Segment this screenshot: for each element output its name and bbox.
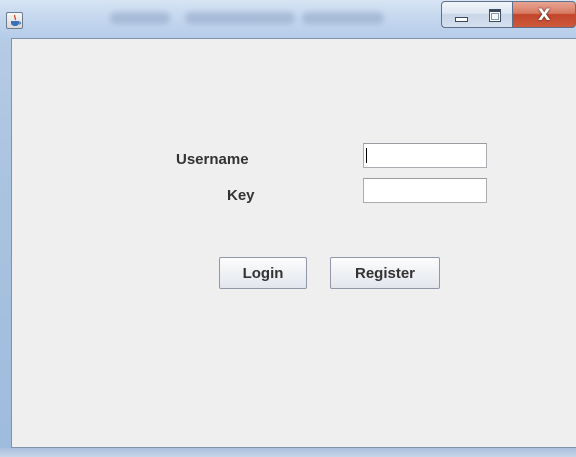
text-caret xyxy=(366,148,367,163)
java-cup-glyph xyxy=(11,14,21,26)
username-input[interactable] xyxy=(363,143,487,168)
title-bar[interactable]: X xyxy=(0,0,576,40)
maximize-icon xyxy=(489,9,501,22)
key-label: Key xyxy=(227,187,255,204)
maximize-button[interactable] xyxy=(478,1,513,28)
key-input[interactable] xyxy=(363,178,487,203)
blurred-title-segment xyxy=(110,12,170,24)
minimize-button[interactable] xyxy=(441,1,479,28)
java-cup-icon[interactable] xyxy=(6,12,23,29)
login-panel: Username Key Login Register xyxy=(11,38,576,448)
close-icon: X xyxy=(538,5,551,24)
blurred-title-segment xyxy=(302,12,384,24)
app-window: X Username Key Login Register xyxy=(0,0,576,457)
minimize-icon xyxy=(455,17,468,22)
register-button[interactable]: Register xyxy=(330,257,440,289)
login-button[interactable]: Login xyxy=(219,257,307,289)
close-button[interactable]: X xyxy=(513,1,576,28)
blurred-title-segment xyxy=(185,12,295,24)
window-bottom-border xyxy=(0,448,576,457)
username-label: Username xyxy=(176,151,249,168)
